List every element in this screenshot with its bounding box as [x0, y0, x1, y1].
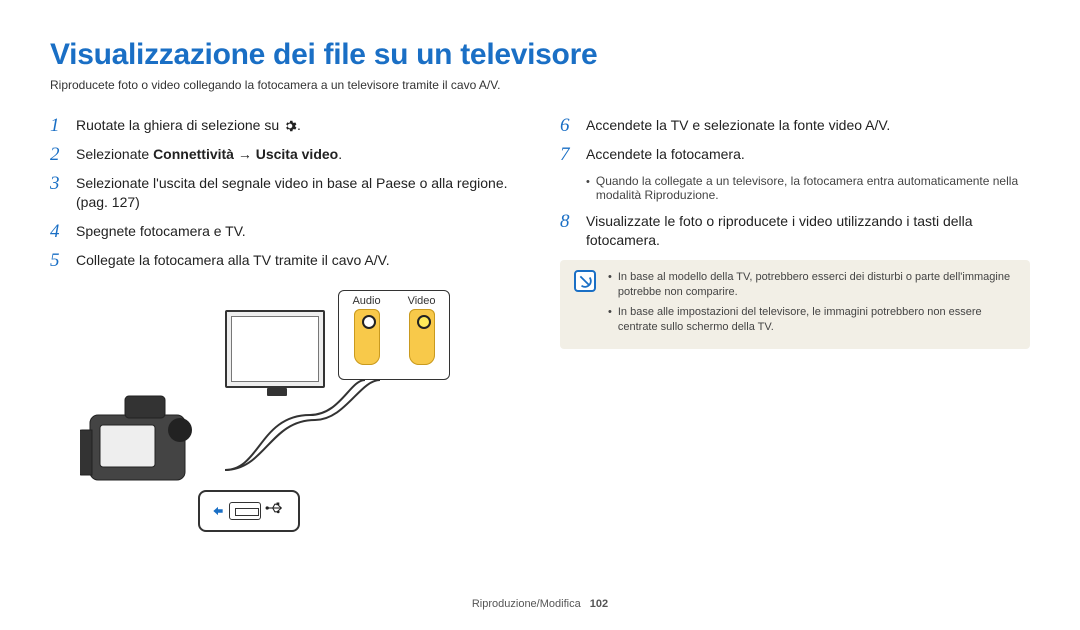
step-text: Selezionate l'uscita del segnale video i…: [76, 174, 520, 212]
footer-section: Riproduzione/Modifica: [472, 598, 581, 610]
note-icon: [574, 270, 596, 292]
step-text-pre: Ruotate la ghiera di selezione su: [76, 117, 283, 133]
step-number: 2: [50, 145, 66, 164]
note-text: In base alle impostazioni del televisore…: [618, 305, 1016, 336]
audio-label: Audio: [352, 295, 380, 307]
step-2: 2 Selezionate Connettività → Uscita vide…: [50, 145, 520, 164]
gear-icon: [283, 119, 297, 133]
arrow-separator: →: [234, 146, 256, 162]
usb-symbol-icon: [265, 501, 287, 520]
insert-arrow-icon: [211, 504, 225, 518]
note-box: •In base al modello della TV, potrebbero…: [560, 260, 1030, 350]
usb-plug-icon: [229, 502, 261, 520]
camera-icon: [80, 390, 210, 490]
page-title: Visualizzazione dei file su un televisor…: [50, 38, 1030, 72]
note-list: •In base al modello della TV, potrebbero…: [608, 270, 1016, 340]
step-text: Spegnete fotocamera e TV.: [76, 222, 520, 241]
step-number: 5: [50, 251, 66, 270]
step-text: Selezionate Connettività → Uscita video.: [76, 145, 520, 164]
note-text: In base al modello della TV, potrebbero …: [618, 270, 1016, 301]
step-text-bold: Uscita video: [256, 146, 338, 162]
step-number: 4: [50, 222, 66, 241]
sub-bullet: • Quando la collegate a un televisore, l…: [586, 174, 1030, 202]
page-subtitle: Riproducete foto o video collegando la f…: [50, 78, 1030, 92]
step-number: 1: [50, 116, 66, 135]
step-4: 4 Spegnete fotocamera e TV.: [50, 222, 520, 241]
step-8: 8 Visualizzate le foto o riproducete i v…: [560, 212, 1030, 250]
note-item: •In base al modello della TV, potrebbero…: [608, 270, 1016, 301]
tv-icon: [225, 310, 325, 388]
bullet-dot-icon: •: [608, 305, 612, 336]
footer-page-number: 102: [590, 598, 608, 610]
step-number: 8: [560, 212, 576, 250]
sub-bullet-text: Quando la collegate a un televisore, la …: [596, 174, 1030, 202]
page-footer: Riproduzione/Modifica 102: [0, 598, 1080, 610]
av-connector-box: Audio Video: [338, 290, 450, 380]
step-number: 6: [560, 116, 576, 135]
bullet-dot-icon: •: [586, 174, 590, 202]
left-column: 1 Ruotate la ghiera di selezione su . 2 …: [50, 116, 520, 550]
step-5: 5 Collegate la fotocamera alla TV tramit…: [50, 251, 520, 270]
connection-illustration: Audio Video: [50, 280, 450, 550]
step-text-pre: Selezionate: [76, 146, 153, 162]
step-7: 7 Accendete la fotocamera.: [560, 145, 1030, 164]
audio-plug-icon: [354, 309, 380, 365]
step-3: 3 Selezionate l'uscita del segnale video…: [50, 174, 520, 212]
step-6: 6 Accendete la TV e selezionate la fonte…: [560, 116, 1030, 135]
cable-path-icon: [220, 375, 390, 475]
step-text-bold: Connettività: [153, 146, 234, 162]
step-text-post: .: [297, 117, 301, 133]
usb-connector-box: [198, 490, 300, 532]
step-text: Accendete la fotocamera.: [586, 145, 1030, 164]
video-plug-icon: [409, 309, 435, 365]
step-number: 3: [50, 174, 66, 212]
right-column: 6 Accendete la TV e selezionate la fonte…: [560, 116, 1030, 550]
bullet-dot-icon: •: [608, 270, 612, 301]
step-text: Visualizzate le foto o riproducete i vid…: [586, 212, 1030, 250]
step-text: Ruotate la ghiera di selezione su .: [76, 116, 520, 135]
step-number: 7: [560, 145, 576, 164]
step-text-post: .: [338, 146, 342, 162]
step-1: 1 Ruotate la ghiera di selezione su .: [50, 116, 520, 135]
video-label: Video: [408, 295, 436, 307]
step-text: Accendete la TV e selezionate la fonte v…: [586, 116, 1030, 135]
note-item: •In base alle impostazioni del televisor…: [608, 305, 1016, 336]
step-text: Collegate la fotocamera alla TV tramite …: [76, 251, 520, 270]
